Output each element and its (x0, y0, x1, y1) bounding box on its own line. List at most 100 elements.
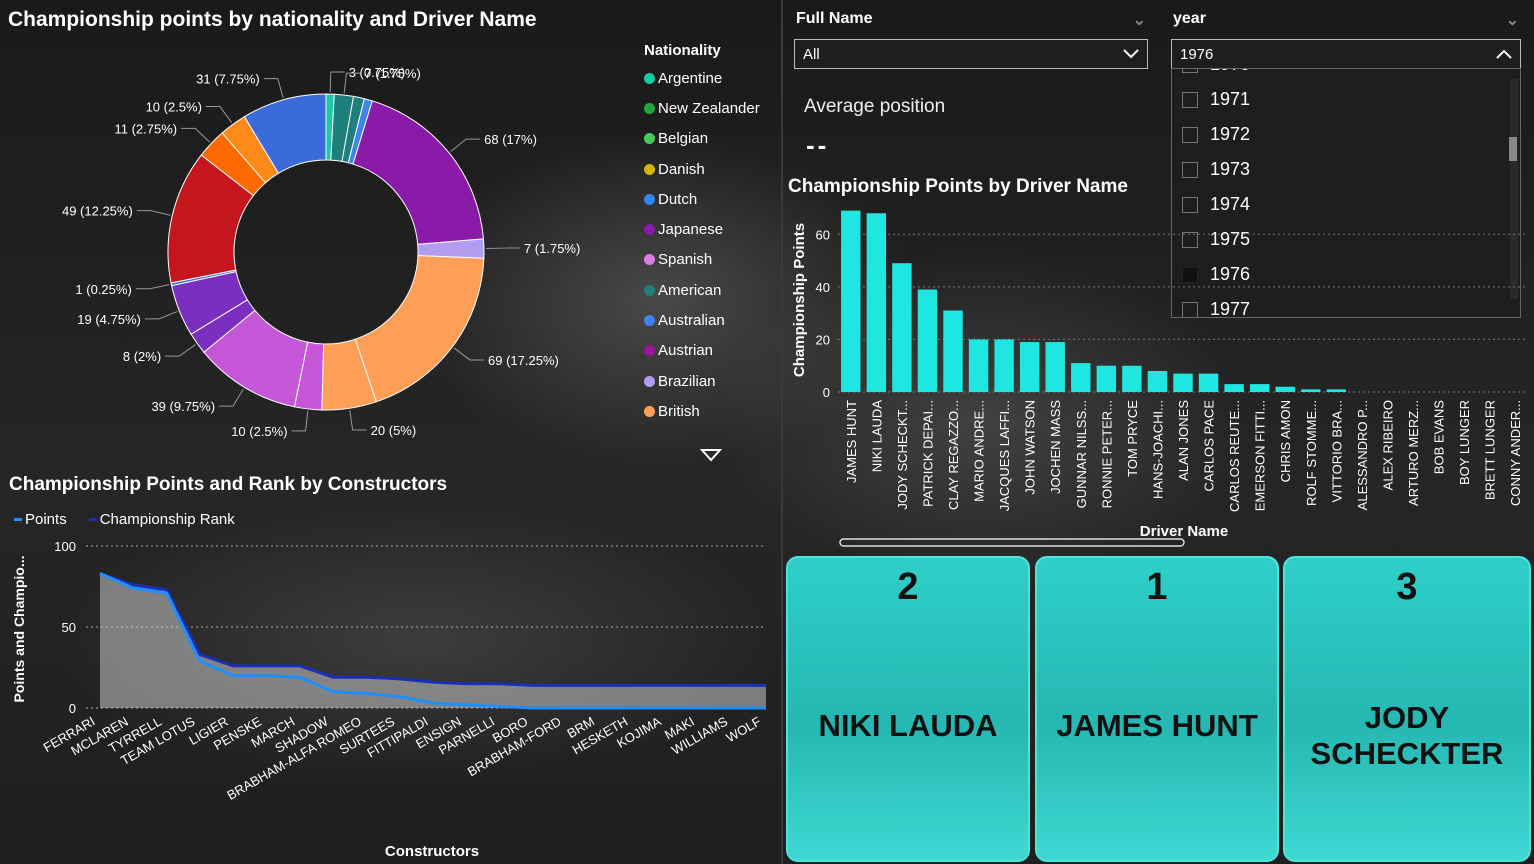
x-tick-label: VITTORIO BRA... (1329, 400, 1344, 502)
full-name-slicer: Full Name ⌄ All (786, 4, 1156, 72)
legend-label: New Zealander (658, 99, 760, 117)
legend-item[interactable]: New Zealander (644, 93, 784, 123)
legend-dot-icon (644, 405, 655, 417)
legend-item[interactable]: Argentine (644, 63, 784, 93)
chevron-up-icon (1496, 49, 1512, 59)
legend-dot-icon (644, 315, 655, 327)
slice-label-leader (329, 71, 345, 93)
year-option[interactable]: 1972 (1172, 117, 1520, 152)
chevron-down-icon[interactable]: ⌄ (1133, 10, 1146, 30)
legend-item[interactable]: Japanese (644, 214, 784, 244)
bar (994, 339, 1014, 392)
year-option-label: 1971 (1210, 89, 1251, 109)
driver-card-third[interactable]: 3 JODY SCHECKTER (1283, 556, 1531, 862)
bar (917, 289, 938, 392)
checkbox[interactable] (1182, 69, 1198, 73)
legend-item[interactable]: Danish (644, 154, 784, 184)
legend-title: Nationality (644, 42, 721, 59)
bar (866, 213, 887, 392)
x-tick-label: MARIO ANDRE... (972, 400, 987, 502)
legend-label: Japanese (658, 221, 724, 239)
legend-label: Belgian (658, 130, 709, 148)
legend-item[interactable]: Australian (644, 305, 784, 335)
legend-item[interactable]: Belgian (644, 124, 784, 154)
driver-points-bar-chart: 0 20 40 60 Championship Points JAMES HUNT NIKI… (791, 210, 1528, 547)
bar (1019, 342, 1040, 392)
y-tick-label: 40 (816, 280, 830, 295)
x-tick-label: CHRIS AMON (1278, 400, 1293, 482)
legend-item[interactable]: Spanish (644, 245, 784, 275)
x-tick-label: JOCHEN MASS (1048, 400, 1063, 494)
x-tick-label: JACQUES LAFFI... (997, 400, 1012, 511)
driver-card-first[interactable]: 1 JAMES HUNT (1035, 556, 1279, 862)
y-tick-label: 20 (816, 332, 830, 347)
full-name-value: All (803, 45, 820, 63)
legend-item[interactable]: British (644, 396, 784, 426)
slice-data-label: 8 (2%) (123, 349, 161, 364)
slice-label-leader (219, 388, 244, 407)
card-rank: 2 (897, 566, 919, 608)
card-driver-name: JODY SCHECKTER (1310, 700, 1504, 771)
bar (1071, 363, 1091, 392)
donut-chart: 3 (0.75%)7 (1.75%)68 (17%)7 (1.75%)69 (1… (62, 65, 580, 439)
year-option-label: 1970 (1210, 69, 1250, 75)
chevron-down-icon[interactable]: ⌄ (1506, 10, 1519, 30)
legend-label: Australian (658, 312, 725, 330)
slice-data-label: 69 (17.25%) (488, 353, 559, 368)
legend-dot-icon (644, 345, 655, 357)
year-option-label: 1972 (1210, 124, 1251, 144)
legend-item[interactable]: American (644, 275, 784, 305)
scrollbar-thumb[interactable] (1509, 137, 1517, 161)
year-slicer: year ⌄ 1976 (1163, 4, 1529, 72)
legend-more-icon[interactable] (700, 448, 722, 462)
card-driver-name: JAMES HUNT (1056, 708, 1258, 743)
slice-label-leader (263, 78, 284, 98)
legend-dot-icon (644, 72, 655, 84)
full-name-dropdown[interactable]: All (794, 39, 1148, 69)
constructor-line-panel: Championship Points and Rank by Construc… (0, 472, 782, 864)
slice-data-label: 49 (12.25%) (62, 204, 133, 219)
legend-item[interactable]: Brazilian (644, 366, 784, 396)
bar (1122, 365, 1142, 392)
bar (1301, 389, 1321, 392)
driver-card-second[interactable]: 2 NIKI LAUDA (786, 556, 1030, 862)
legend-dot-icon (644, 375, 655, 387)
x-tick-label: JAMES HUNT (844, 400, 859, 483)
x-tick-label: PATRICK DEPAI... (920, 400, 935, 507)
x-axis-label: Constructors (385, 843, 479, 860)
bar (943, 310, 963, 392)
legend-dot-icon (644, 102, 655, 114)
y-axis-label: Championship Points (791, 223, 808, 377)
x-tick-label: ROLF STOMME... (1304, 400, 1319, 506)
x-axis-label: Driver Name (1140, 523, 1228, 540)
x-tick-label: ALEX RIBEIRO (1380, 400, 1395, 490)
year-option[interactable]: 1971 (1172, 82, 1520, 117)
legend-dot-icon (644, 193, 655, 205)
slice-data-label: 20 (5%) (371, 423, 417, 438)
x-tick-label: JOHN WATSON (1023, 400, 1038, 495)
average-position-label: Average position (804, 96, 946, 117)
y-axis-label: Points and Champio... (11, 555, 27, 702)
year-option[interactable]: 1970 (1172, 69, 1520, 82)
year-dropdown[interactable]: 1976 (1171, 39, 1521, 69)
bar (1198, 373, 1219, 392)
bar (1224, 384, 1244, 392)
legend-item[interactable]: Dutch (644, 184, 784, 214)
slice-data-label: 11 (2.75%) (115, 121, 178, 136)
checkbox[interactable] (1182, 91, 1198, 108)
full-name-slicer-label: Full Name (796, 10, 873, 27)
legend-item[interactable]: Austrian (644, 336, 784, 366)
legend-label: Spanish (658, 251, 713, 269)
checkbox[interactable] (1182, 126, 1198, 143)
x-tick-label: WOLF (723, 714, 763, 746)
x-tick-label: BOY LUNGER (1457, 400, 1472, 485)
legend-label: Danish (658, 160, 705, 178)
bar (1045, 342, 1065, 392)
y-tick-label: 0 (69, 701, 76, 716)
x-tick-label: JODY SCHECKT... (895, 400, 910, 510)
x-tick-label: GUNNAR NILSS... (1074, 400, 1089, 508)
slice-label-leader (349, 410, 367, 431)
slice-data-label: 39 (9.75%) (151, 399, 215, 414)
average-position-card: Average position -- (800, 92, 1160, 172)
y-tick-label: 0 (823, 385, 830, 400)
